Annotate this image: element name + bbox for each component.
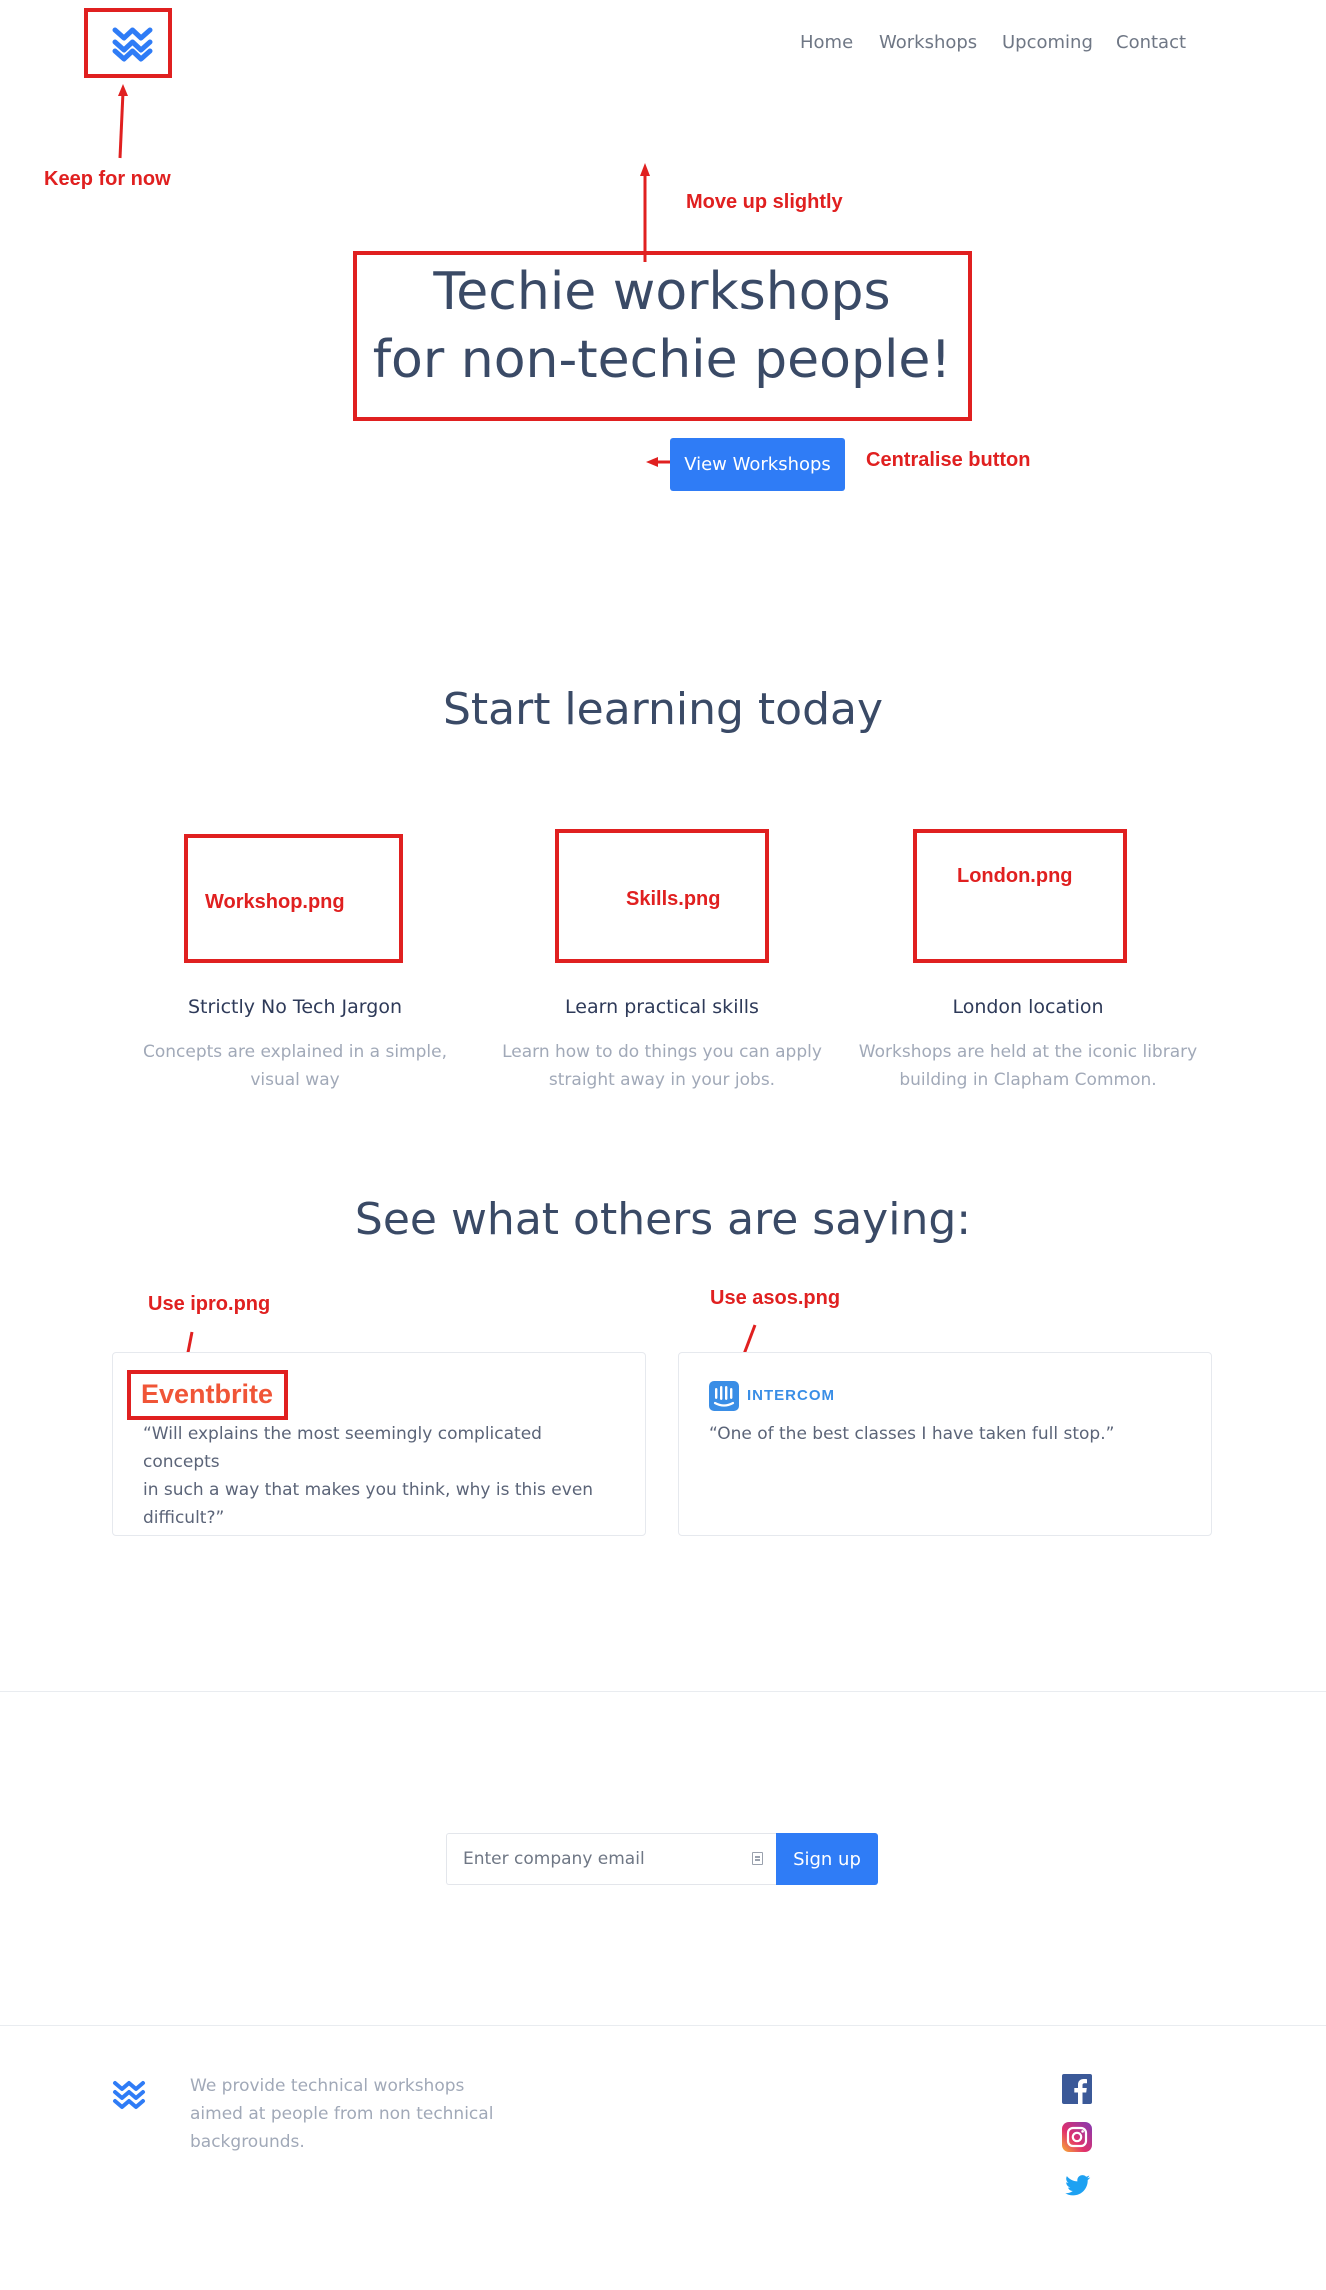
twitter-icon[interactable] [1062, 2170, 1092, 2200]
feature-desc-2: Learn how to do things you can apply str… [497, 1038, 827, 1094]
testimonials-title: See what others are saying: [354, 1194, 972, 1245]
feature-desc-1: Concepts are explained in a simple, visu… [130, 1038, 460, 1094]
intercom-logo-icon [709, 1381, 739, 1411]
footer-logo-icon[interactable] [112, 2078, 146, 2110]
annotation-centralise: Centralise button [866, 449, 1031, 471]
facebook-icon[interactable] [1062, 2074, 1092, 2104]
autofill-icon[interactable] [752, 1852, 763, 1865]
feature-desc-3-line2: building in Clapham Common. [899, 1070, 1157, 1090]
workshop-image-label: Workshop.png [205, 891, 345, 913]
testimonial-quote-1: “Will explains the most seemingly compli… [143, 1420, 623, 1532]
feature-desc-2-line2: straight away in your jobs. [548, 1070, 776, 1090]
quote-1-line3: difficult?” [143, 1508, 225, 1528]
hero-title-line1: Techie workshops [433, 262, 891, 322]
hero-title: Techie workshops for non-techie people! [356, 258, 968, 394]
feature-desc-1-line2: visual way [250, 1070, 340, 1090]
feature-desc-2-line1: Learn how to do things you can apply [502, 1042, 822, 1062]
footer-line2: aimed at people from non technical [190, 2104, 494, 2124]
intercom-logo-text: INTERCOM [747, 1387, 835, 1404]
quote-1-line2: in such a way that makes you think, why … [143, 1480, 594, 1500]
feature-title-2: Learn practical skills [565, 996, 759, 1018]
footer-divider [0, 2025, 1326, 2026]
london-image-placeholder [913, 829, 1127, 963]
annotation-move-up: Move up slightly [686, 191, 843, 213]
footer-line3: backgrounds. [190, 2132, 305, 2152]
annotation-use-ipro: Use ipro.png [148, 1293, 271, 1315]
company-email-input[interactable] [446, 1833, 776, 1885]
feature-desc-1-line1: Concepts are explained in a simple, [142, 1042, 447, 1062]
quote-1-line1: “Will explains the most seemingly compli… [143, 1424, 542, 1472]
feature-desc-3: Workshops are held at the iconic library… [848, 1038, 1208, 1094]
view-workshops-button[interactable]: View Workshops [670, 438, 845, 491]
section-divider [0, 1691, 1326, 1692]
feature-title-1: Strictly No Tech Jargon [188, 996, 402, 1018]
features-title: Start learning today [442, 684, 884, 735]
feature-desc-3-line1: Workshops are held at the iconic library [858, 1042, 1198, 1062]
london-image-label: London.png [957, 865, 1073, 887]
annotation-use-asos: Use asos.png [710, 1287, 841, 1309]
feature-title-3: London location [952, 996, 1104, 1018]
hero-title-line2: for non-techie people! [372, 330, 952, 390]
testimonial-quote-2: “One of the best classes I have taken fu… [709, 1424, 1115, 1444]
eventbrite-logo: Eventbrite [141, 1379, 274, 1409]
footer-description: We provide technical workshops aimed at … [190, 2072, 510, 2156]
sign-up-button[interactable]: Sign up [776, 1833, 878, 1885]
annotation-keep-for-now: Keep for now [44, 168, 171, 190]
skills-image-label: Skills.png [626, 888, 721, 910]
footer-line1: We provide technical workshops [190, 2076, 465, 2096]
instagram-icon[interactable] [1062, 2122, 1092, 2152]
